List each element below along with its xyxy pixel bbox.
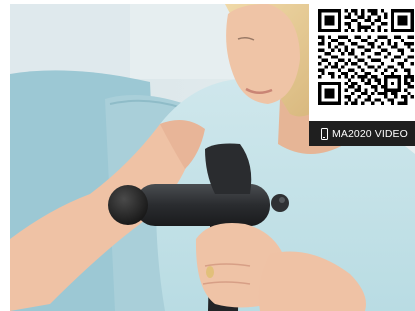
page-frame: MA2020 VIDEO: [0, 0, 415, 311]
phone-icon: [321, 127, 328, 140]
video-link-button[interactable]: MA2020 VIDEO: [309, 121, 415, 146]
video-label: MA2020 VIDEO: [332, 127, 408, 140]
qr-code[interactable]: [318, 9, 414, 105]
